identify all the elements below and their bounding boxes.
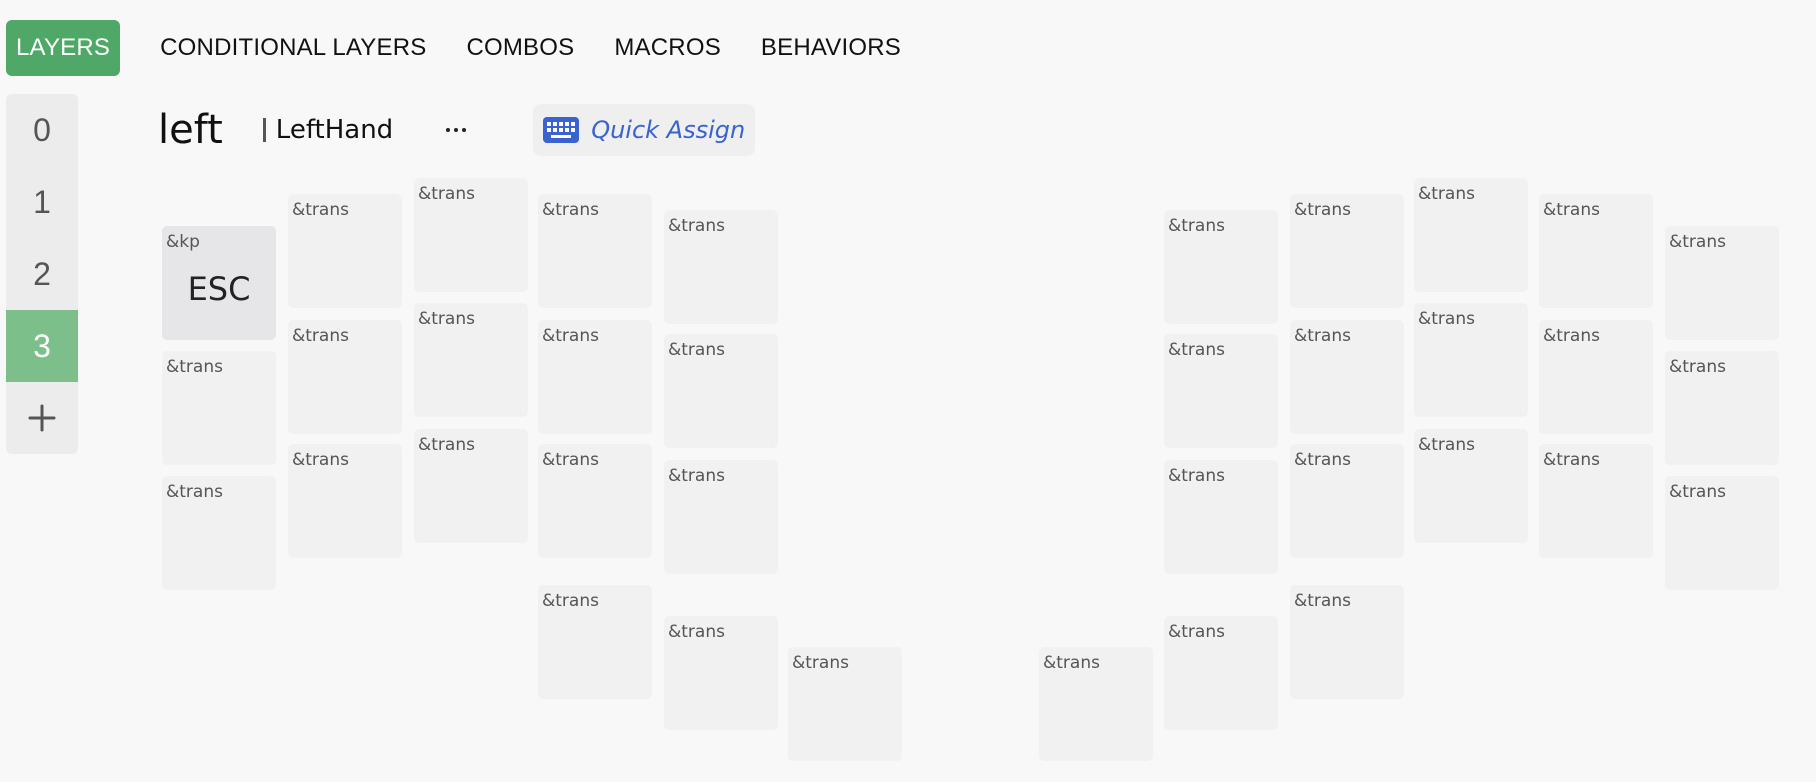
layer-item-3[interactable]: 3	[6, 310, 78, 382]
keyboard-key[interactable]: &trans	[288, 320, 402, 434]
add-layer-button[interactable]	[6, 382, 78, 454]
key-behavior-label: &trans	[1294, 200, 1351, 220]
keyboard-key[interactable]: &trans	[1290, 585, 1404, 699]
layer-list: 0 1 2 3	[6, 94, 78, 454]
keyboard-key[interactable]: &trans	[1414, 303, 1528, 417]
key-behavior-label: &trans	[668, 466, 725, 486]
key-behavior-label: &trans	[1669, 357, 1726, 377]
key-behavior-label: &trans	[1168, 216, 1225, 236]
key-behavior-label: &trans	[542, 326, 599, 346]
key-behavior-label: &trans	[668, 622, 725, 642]
layer-name[interactable]: left	[158, 107, 223, 153]
keyboard-key[interactable]: &trans	[288, 444, 402, 558]
keyboard-key[interactable]: &trans	[1290, 194, 1404, 308]
tab-layers[interactable]: LAYERS	[6, 20, 121, 76]
keyboard-key[interactable]: &trans	[538, 194, 652, 308]
divider	[262, 118, 266, 142]
keyboard-key[interactable]: &trans	[1290, 320, 1404, 434]
keyboard-key[interactable]: &trans	[414, 178, 528, 292]
keyboard-key[interactable]: &trans	[1164, 210, 1278, 324]
key-behavior-label: &trans	[292, 326, 349, 346]
tab-conditional-layers[interactable]: CONDITIONAL LAYERS	[140, 20, 446, 76]
keyboard-key[interactable]: &trans	[1414, 429, 1528, 543]
keyboard-key[interactable]: &trans	[288, 194, 402, 308]
key-behavior-label: &trans	[1418, 309, 1475, 329]
keyboard-key[interactable]: &trans	[1665, 226, 1779, 340]
keyboard-key[interactable]: &kp ESC	[162, 226, 276, 340]
key-behavior-label: &trans	[1543, 326, 1600, 346]
key-behavior-label: &trans	[1168, 340, 1225, 360]
keyboard-key[interactable]: &trans	[1665, 351, 1779, 465]
key-behavior-label: &trans	[668, 340, 725, 360]
keymap-name: LeftHand	[262, 115, 394, 145]
keyboard-key[interactable]: &trans	[664, 616, 778, 730]
key-behavior-label: &trans	[292, 450, 349, 470]
keyboard-key[interactable]: &trans	[1539, 194, 1653, 308]
keyboard-key[interactable]: &trans	[1164, 334, 1278, 448]
keyboard-key[interactable]: &trans	[538, 320, 652, 434]
key-behavior-label: &trans	[1543, 450, 1600, 470]
key-behavior-label: &trans	[1168, 466, 1225, 486]
more-icon	[446, 128, 451, 132]
key-behavior-label: &trans	[1669, 482, 1726, 502]
key-behavior-label: &trans	[542, 591, 599, 611]
key-behavior-label: &trans	[1294, 591, 1351, 611]
key-behavior-label: &trans	[1669, 232, 1726, 252]
key-behavior-label: &trans	[668, 216, 725, 236]
keyboard-icon	[543, 117, 580, 143]
key-behavior-label: &trans	[1418, 184, 1475, 204]
key-behavior-label: &trans	[1294, 326, 1351, 346]
keyboard-key[interactable]: &trans	[788, 647, 902, 761]
key-behavior-label: &trans	[166, 357, 223, 377]
keyboard-key[interactable]: &trans	[1164, 616, 1278, 730]
keyboard-key[interactable]: &trans	[664, 210, 778, 324]
key-behavior-label: &trans	[418, 184, 475, 204]
keyboard-key[interactable]: &trans	[1539, 444, 1653, 558]
keymap-name-label: LeftHand	[275, 115, 394, 145]
tab-macros[interactable]: MACROS	[594, 20, 741, 76]
keyboard-key[interactable]: &trans	[414, 303, 528, 417]
layer-item-2[interactable]: 2	[6, 238, 78, 310]
keyboard-key[interactable]: &trans	[414, 429, 528, 543]
key-behavior-label: &trans	[166, 482, 223, 502]
key-behavior-label: &trans	[1543, 200, 1600, 220]
key-behavior-label: &trans	[292, 200, 349, 220]
quick-assign-button[interactable]: Quick Assign	[533, 104, 756, 156]
quick-assign-label: Quick Assign	[591, 116, 746, 144]
keyboard-key[interactable]: &trans	[162, 351, 276, 465]
key-behavior-label: &trans	[542, 200, 599, 220]
layer-item-1[interactable]: 1	[6, 166, 78, 238]
keyboard-key[interactable]: &trans	[1164, 460, 1278, 574]
key-param-label: ESC	[187, 270, 251, 308]
keyboard-key[interactable]: &trans	[1665, 476, 1779, 590]
keyboard-key[interactable]: &trans	[1290, 444, 1404, 558]
keyboard-key[interactable]: &trans	[664, 334, 778, 448]
keyboard-key[interactable]: &trans	[664, 460, 778, 574]
more-options-button[interactable]	[441, 128, 471, 132]
tab-bar: LAYERS CONDITIONAL LAYERS COMBOS MACROS …	[6, 20, 921, 76]
key-behavior-label: &trans	[542, 450, 599, 470]
tab-combos[interactable]: COMBOS	[446, 20, 594, 76]
keyboard-key[interactable]: &trans	[1414, 178, 1528, 292]
key-behavior-label: &kp	[166, 232, 200, 252]
keyboard-key[interactable]: &trans	[538, 444, 652, 558]
layer-item-0[interactable]: 0	[6, 94, 78, 166]
keyboard-key[interactable]: &trans	[1539, 320, 1653, 434]
key-behavior-label: &trans	[792, 653, 849, 673]
layer-header: left LeftHand Quick Assign	[158, 98, 756, 162]
keyboard-key[interactable]: &trans	[1039, 647, 1153, 761]
plus-icon	[28, 404, 56, 432]
key-behavior-label: &trans	[1294, 450, 1351, 470]
keyboard-key[interactable]: &trans	[538, 585, 652, 699]
key-behavior-label: &trans	[418, 435, 475, 455]
key-behavior-label: &trans	[418, 309, 475, 329]
keyboard-key[interactable]: &trans	[162, 476, 276, 590]
tab-behaviors[interactable]: BEHAVIORS	[741, 20, 921, 76]
key-behavior-label: &trans	[1043, 653, 1100, 673]
key-behavior-label: &trans	[1168, 622, 1225, 642]
key-behavior-label: &trans	[1418, 435, 1475, 455]
